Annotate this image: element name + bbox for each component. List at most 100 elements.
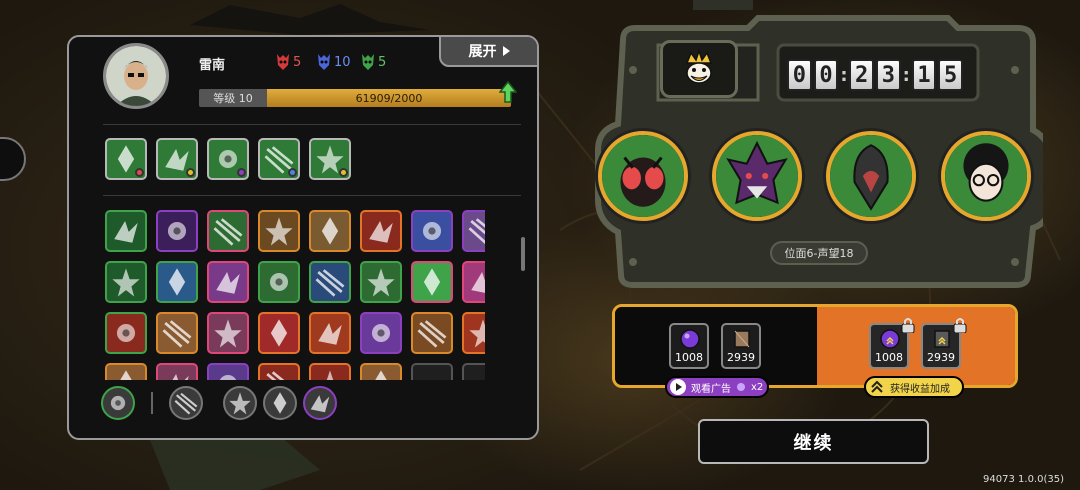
- red-lightning-icon[interactable]: [258, 312, 300, 354]
- timer-digit: 5: [938, 59, 964, 91]
- divider: [103, 124, 521, 125]
- shield-bolt-icon[interactable]: [411, 210, 453, 252]
- boost-label: 获得收益加成: [890, 383, 950, 395]
- timer-colon: :: [902, 64, 910, 86]
- arrows-up-icon[interactable]: [207, 210, 249, 252]
- bronze-plate-boosted-icon: [934, 330, 950, 348]
- expand-button[interactable]: 展开: [439, 37, 537, 67]
- reward-count: 2939: [927, 351, 955, 364]
- red-resource: 5: [276, 53, 301, 71]
- timer-digit: 3: [876, 59, 901, 91]
- red-partial2-icon[interactable]: [309, 363, 351, 380]
- purple-fiend-icon[interactable]: [360, 312, 402, 354]
- chain-icon[interactable]: [309, 210, 351, 252]
- pink-partial-icon[interactable]: [156, 363, 198, 380]
- player-avatar[interactable]: [103, 43, 169, 109]
- golden-orbs-icon[interactable]: [223, 386, 257, 420]
- player-name: 雷南: [199, 58, 226, 73]
- compass-icon[interactable]: [101, 386, 135, 420]
- green-resource-count: 5: [378, 54, 387, 70]
- timer-digit: 0: [813, 59, 839, 91]
- blue-whip-icon[interactable]: [309, 261, 351, 303]
- reward-item[interactable]: 1008: [669, 323, 709, 369]
- blue-slash-icon[interactable]: [156, 261, 198, 303]
- timer-colon: :: [840, 64, 848, 86]
- purple-demon-icon: [716, 135, 798, 217]
- skill-grid: [105, 210, 485, 380]
- red-swirl-icon[interactable]: [105, 312, 147, 354]
- orange-partial2-icon[interactable]: [360, 363, 402, 380]
- grey-ring-icon[interactable]: [263, 386, 297, 420]
- bronze-plate-icon: [734, 330, 750, 348]
- element-badge-icon: [237, 168, 246, 177]
- enemy-slot-2[interactable]: [712, 131, 802, 221]
- reward-item[interactable]: 2939: [721, 323, 761, 369]
- version-label: 94073 1.0.0(35): [983, 474, 1064, 485]
- witch-hat-icon[interactable]: [303, 386, 337, 420]
- fire-shield-icon[interactable]: [462, 312, 485, 354]
- red-arrow-icon[interactable]: [105, 261, 147, 303]
- level-up-arrow-icon[interactable]: [499, 81, 517, 103]
- enemy-slot-1[interactable]: [598, 131, 688, 221]
- play-icon: [670, 379, 686, 395]
- purple-orb-boosted-icon: [880, 329, 900, 349]
- crate-icon[interactable]: [156, 312, 198, 354]
- pink-sun-icon[interactable]: [207, 312, 249, 354]
- watch-ad-button[interactable]: 观看广告 x2: [665, 376, 769, 398]
- continue-button[interactable]: 继续: [698, 419, 929, 464]
- purple-fist-icon[interactable]: [207, 261, 249, 303]
- orange-partial-icon[interactable]: [105, 363, 147, 380]
- enemy-slot-4[interactable]: [941, 131, 1031, 221]
- side-menu-tab[interactable]: [0, 137, 26, 181]
- shadow-figure-icon[interactable]: [462, 210, 485, 252]
- star-burst-icon[interactable]: [411, 261, 453, 303]
- base-rewards: 1008 2939: [615, 307, 817, 385]
- xp-bar: 等级 10 61909/2000: [199, 89, 511, 107]
- purple-claw-icon[interactable]: [156, 210, 198, 252]
- lock-icon: [953, 318, 967, 333]
- reward-count: 1008: [675, 351, 703, 364]
- empty-slot2-icon[interactable]: [462, 363, 485, 380]
- crowned-duck-icon: [685, 49, 713, 84]
- red-blade-icon[interactable]: [169, 386, 203, 420]
- blue-resource: 10: [317, 53, 351, 71]
- green-fan-icon[interactable]: [309, 138, 351, 180]
- blue-mask-icon: [318, 54, 330, 70]
- element-badge-icon: [288, 168, 297, 177]
- expand-label: 展开: [468, 44, 497, 60]
- character-panel: 雷南 5 10 5 展开 等级 10 61909/2000: [67, 35, 539, 440]
- curly-hair-kid-icon: [945, 135, 1027, 217]
- reward-count: 1008: [875, 351, 903, 364]
- hooded-bird-icon: [830, 135, 912, 217]
- demon-face-icon[interactable]: [360, 210, 402, 252]
- green-burst-icon[interactable]: [360, 261, 402, 303]
- red-resource-count: 5: [293, 54, 302, 70]
- ad-multiplier: x2: [751, 381, 764, 393]
- divider: [103, 195, 521, 196]
- enemy-slot-3[interactable]: [826, 131, 916, 221]
- element-badge-icon: [186, 168, 195, 177]
- boost-button[interactable]: 获得收益加成: [864, 376, 964, 398]
- gear-orb-icon[interactable]: [258, 210, 300, 252]
- green-vortex-icon[interactable]: [156, 138, 198, 180]
- green-mask-icon: [362, 54, 374, 70]
- rank-label: 位面6-声望18: [770, 241, 868, 265]
- equipped-skills-row: [105, 138, 351, 180]
- golden-strike-icon[interactable]: [411, 312, 453, 354]
- red-partial-icon[interactable]: [258, 363, 300, 380]
- scrollbar[interactable]: [521, 237, 525, 271]
- timer-digit: 1: [911, 59, 937, 91]
- green-wave-icon[interactable]: [258, 261, 300, 303]
- orange-blade-icon[interactable]: [309, 312, 351, 354]
- element-badge-icon: [339, 168, 348, 177]
- empty-slot-icon[interactable]: [411, 363, 453, 380]
- spellbook-icon[interactable]: [462, 261, 485, 303]
- green-leaf-emblem-icon[interactable]: [105, 138, 147, 180]
- ad-label: 观看广告: [691, 383, 731, 395]
- green-arrow-up-icon[interactable]: [207, 138, 249, 180]
- purple-partial-icon[interactable]: [207, 363, 249, 380]
- boss-badge: [660, 40, 738, 98]
- green-chevron-icon[interactable]: [105, 210, 147, 252]
- green-dagger-icon[interactable]: [258, 138, 300, 180]
- element-badge-icon: [135, 168, 144, 177]
